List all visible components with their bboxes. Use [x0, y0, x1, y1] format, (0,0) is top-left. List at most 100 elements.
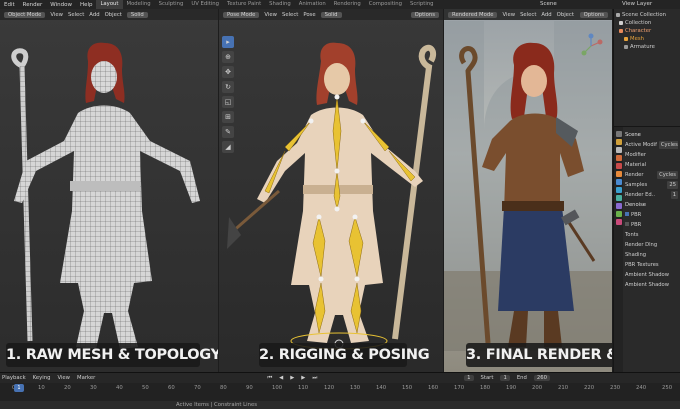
property-row[interactable]: PBR: [625, 210, 678, 220]
menu-object[interactable]: Object: [557, 12, 574, 18]
property-row[interactable]: Active Modif Cycles: [625, 140, 678, 150]
current-frame-field[interactable]: 1: [464, 375, 474, 381]
data-tab-icon[interactable]: [615, 211, 622, 217]
scene-selector[interactable]: Scene: [540, 1, 557, 7]
outliner-item[interactable]: Collection: [616, 19, 678, 27]
property-value[interactable]: 1: [670, 191, 678, 199]
workspace-tab-modeling[interactable]: Modeling: [123, 0, 155, 9]
property-row[interactable]: Ambient Shadow: [625, 280, 678, 290]
property-label: Active Modif: [625, 142, 657, 148]
workspace-tab-shading[interactable]: Shading: [265, 0, 295, 9]
shading-dropdown[interactable]: Solid: [126, 11, 148, 18]
property-row[interactable]: Render Ed.. 1: [625, 190, 678, 200]
mode-dropdown[interactable]: Object Mode: [4, 11, 46, 18]
output-tab-icon[interactable]: [615, 147, 622, 153]
viewport-raw-mesh[interactable]: Object Mode View Select Add Object Solid…: [0, 9, 218, 372]
menu-select[interactable]: Select: [282, 12, 298, 18]
frame-tick-label: 90: [246, 385, 253, 391]
physics-tab-icon[interactable]: [615, 195, 622, 201]
status-bar: Active Items | Constraint Lines: [0, 401, 680, 409]
menu-select[interactable]: Select: [68, 12, 84, 18]
scene-tab-icon[interactable]: [615, 155, 622, 161]
end-frame-label: End: [516, 375, 527, 381]
view-layer-selector[interactable]: View Layer: [622, 1, 652, 7]
property-row[interactable]: PBR Textures: [625, 260, 678, 270]
property-row[interactable]: Denoise: [625, 200, 678, 210]
particles-tab-icon[interactable]: [615, 187, 622, 193]
workspace-tab-texture-paint[interactable]: Texture Paint: [223, 0, 265, 9]
property-row[interactable]: Render Cycles: [625, 170, 678, 180]
property-label: Render Dlng: [625, 242, 658, 248]
frame-ruler[interactable]: 0102030405060708090100110120130140150160…: [0, 385, 680, 393]
viewport-rigging[interactable]: Pose Mode View Select Pose Solid Options…: [219, 9, 443, 372]
workspace-tab-scripting[interactable]: Scripting: [406, 0, 438, 9]
property-label: Render: [625, 172, 644, 178]
shading-dropdown[interactable]: Solid: [320, 11, 342, 18]
modifier-tab-icon[interactable]: [615, 179, 622, 185]
options-button[interactable]: Options: [410, 11, 439, 18]
menu-pose[interactable]: Pose: [303, 12, 315, 18]
properties-editor: Scene Active Modif Cycles Modifier Materi…: [614, 127, 680, 372]
workspace-tab-sculpting[interactable]: Sculpting: [155, 0, 188, 9]
outliner-item[interactable]: Armature: [616, 43, 678, 51]
outliner-item[interactable]: Character: [616, 27, 678, 35]
constraint-tab-icon[interactable]: [615, 203, 622, 209]
menu-add[interactable]: Add: [89, 12, 99, 18]
property-value[interactable]: Cycles: [657, 171, 678, 179]
mode-dropdown[interactable]: Rendered Mode: [448, 11, 498, 18]
property-row[interactable]: Modifier: [625, 150, 678, 160]
menu-object[interactable]: Object: [105, 12, 122, 18]
menu-render[interactable]: Render: [19, 2, 47, 8]
viewport-render[interactable]: Rendered Mode View Select Add Object Opt…: [444, 9, 612, 372]
workspace-tab-rendering[interactable]: Rendering: [330, 0, 365, 9]
tool-tab-icon[interactable]: [615, 131, 622, 137]
checkbox-icon: [625, 212, 629, 216]
property-row[interactable]: Ambient Shadow: [625, 270, 678, 280]
outliner: Scene Collection Collection Character Me…: [614, 9, 680, 127]
menu-view[interactable]: View: [502, 12, 515, 18]
outliner-item[interactable]: Scene Collection: [616, 11, 678, 19]
property-row[interactable]: Tonts: [625, 230, 678, 240]
menu-keying[interactable]: Keying: [33, 375, 51, 381]
property-row[interactable]: Render Dlng: [625, 240, 678, 250]
mode-dropdown[interactable]: Pose Mode: [223, 11, 260, 18]
menu-view[interactable]: View: [57, 375, 70, 381]
menu-edit[interactable]: Edit: [0, 2, 19, 8]
property-value[interactable]: 25: [667, 181, 678, 189]
workspace-tab-layout[interactable]: Layout: [96, 0, 123, 9]
material-tab-icon[interactable]: [615, 219, 622, 225]
property-row[interactable]: Shading: [625, 250, 678, 260]
menu-select[interactable]: Select: [520, 12, 536, 18]
menu-view[interactable]: View: [264, 12, 277, 18]
render-tab-icon[interactable]: [615, 139, 622, 145]
frame-tick-label: 250: [662, 385, 673, 391]
armature-icon: [624, 45, 628, 49]
property-value[interactable]: Cycles: [658, 141, 678, 149]
menu-help[interactable]: Help: [76, 2, 97, 8]
workspace-tab-animation[interactable]: Animation: [295, 0, 330, 9]
outliner-item[interactable]: Mesh: [616, 35, 678, 43]
pbr-checkbox[interactable]: PBR: [625, 220, 641, 230]
options-button[interactable]: Options: [579, 11, 608, 18]
end-frame-field[interactable]: 260: [533, 375, 551, 381]
playhead[interactable]: 1: [14, 384, 24, 392]
pbr-checkbox[interactable]: PBR: [625, 210, 641, 220]
jump-start-icon[interactable]: ⏮: [267, 375, 272, 382]
world-tab-icon[interactable]: [615, 163, 622, 169]
menu-playback[interactable]: Playback: [2, 375, 26, 381]
workspace-tab-compositing[interactable]: Compositing: [365, 0, 406, 9]
menu-view[interactable]: View: [50, 12, 63, 18]
menu-window[interactable]: Window: [46, 2, 76, 8]
menu-marker[interactable]: Marker: [77, 375, 95, 381]
property-row[interactable]: Samples 25: [625, 180, 678, 190]
start-frame-field[interactable]: 1: [500, 375, 510, 381]
object-tab-icon[interactable]: [615, 171, 622, 177]
play-icon[interactable]: ▶: [290, 375, 294, 381]
prev-key-icon[interactable]: ◀: [279, 375, 283, 381]
property-row[interactable]: Material: [625, 160, 678, 170]
workspace-tab-uv-editing[interactable]: UV Editing: [187, 0, 223, 9]
menu-add[interactable]: Add: [541, 12, 551, 18]
jump-end-icon[interactable]: ⏭: [312, 375, 317, 382]
next-key-icon[interactable]: ▶: [301, 375, 305, 381]
property-row[interactable]: PBR: [625, 220, 678, 230]
